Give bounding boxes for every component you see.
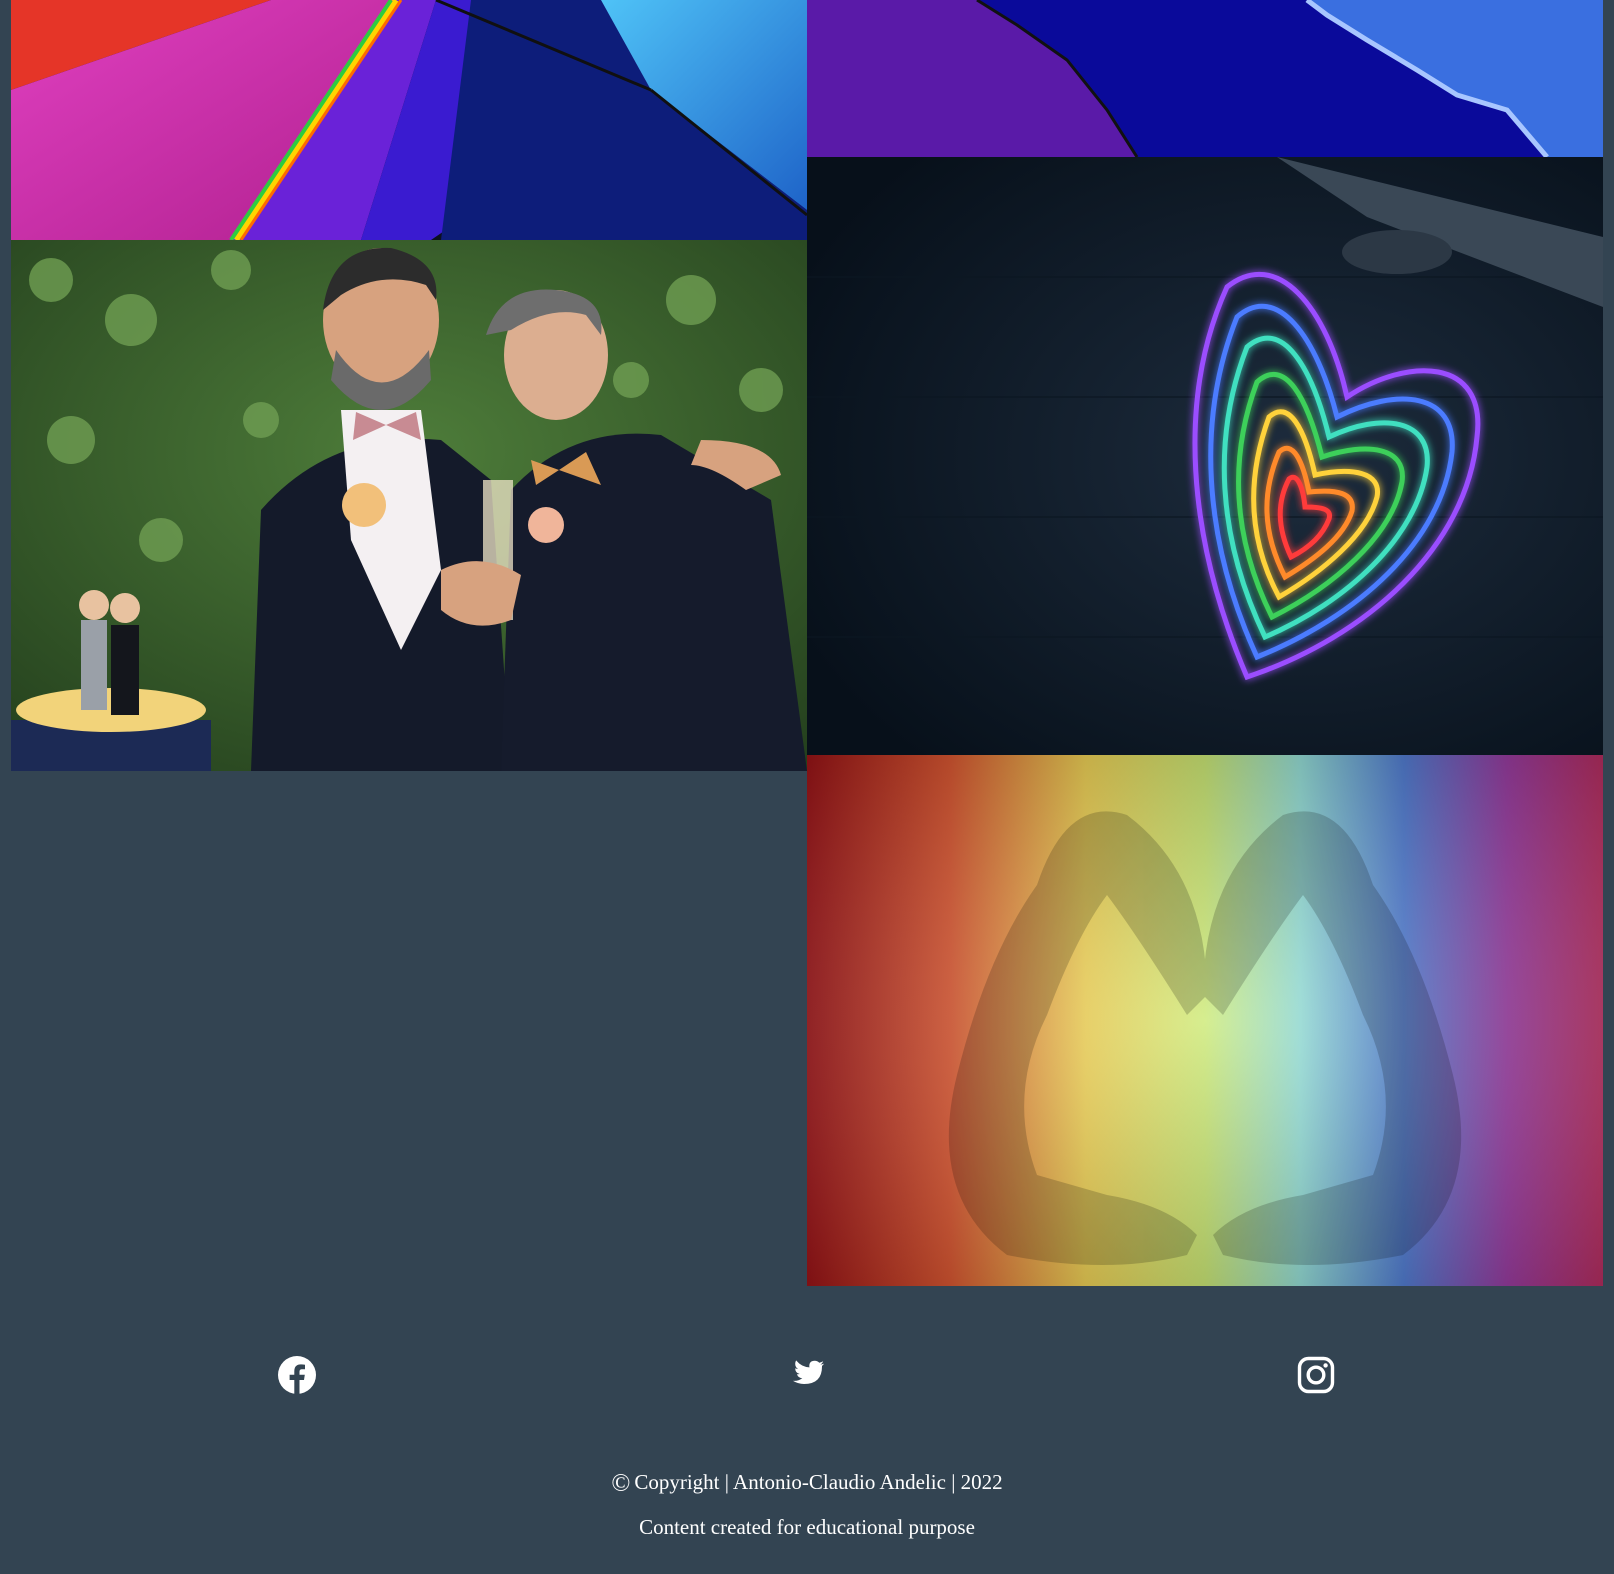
photo-gallery <box>0 0 1614 1300</box>
neon-heart-image <box>807 157 1603 755</box>
twitter-link[interactable] <box>786 1355 826 1395</box>
torn-paper-image <box>807 0 1603 157</box>
wedding-couple-image <box>11 240 807 771</box>
copyright-notice: © Copyright | Antonio-Claudio Andelic | 2… <box>0 1470 1614 1498</box>
facebook-icon <box>278 1356 316 1394</box>
copyright-text: Copyright | Antonio-Claudio Andelic | 20… <box>634 1470 1003 1494</box>
rainbow-hands-heart-image <box>807 755 1603 1286</box>
copyright-icon: © <box>611 1470 631 1497</box>
facebook-link[interactable] <box>277 1355 317 1395</box>
social-links <box>0 1355 1614 1403</box>
educational-purpose-note: Content created for educational purpose <box>639 1515 975 1539</box>
instagram-link[interactable] <box>1296 1355 1336 1395</box>
rainbow-umbrella-image <box>11 0 807 240</box>
instagram-icon <box>1297 1356 1335 1394</box>
twitter-icon <box>792 1360 824 1384</box>
